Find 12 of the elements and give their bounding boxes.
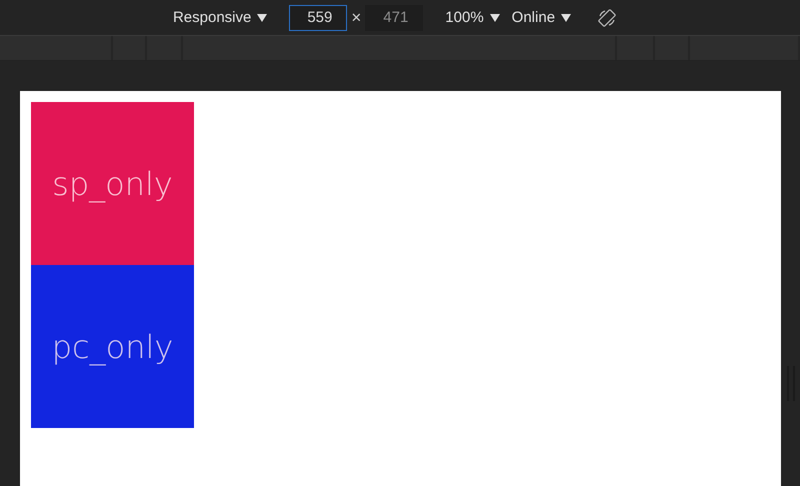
height-field[interactable]: 471 [365, 4, 424, 30]
caret-icon [490, 14, 500, 22]
width-field[interactable]: 559 [289, 4, 348, 30]
colored-block: pc_only [31, 265, 194, 428]
times-sign: × [351, 8, 362, 28]
device-dropdown[interactable]: Responsive [172, 9, 268, 26]
caret-icon [257, 14, 268, 22]
colored-block: sp_only [31, 102, 194, 265]
rotate-icon[interactable] [597, 8, 618, 28]
caret-icon [561, 14, 572, 22]
network-dropdown[interactable]: Online [512, 9, 572, 26]
zoom-dropdown[interactable]: 100% [445, 9, 500, 26]
